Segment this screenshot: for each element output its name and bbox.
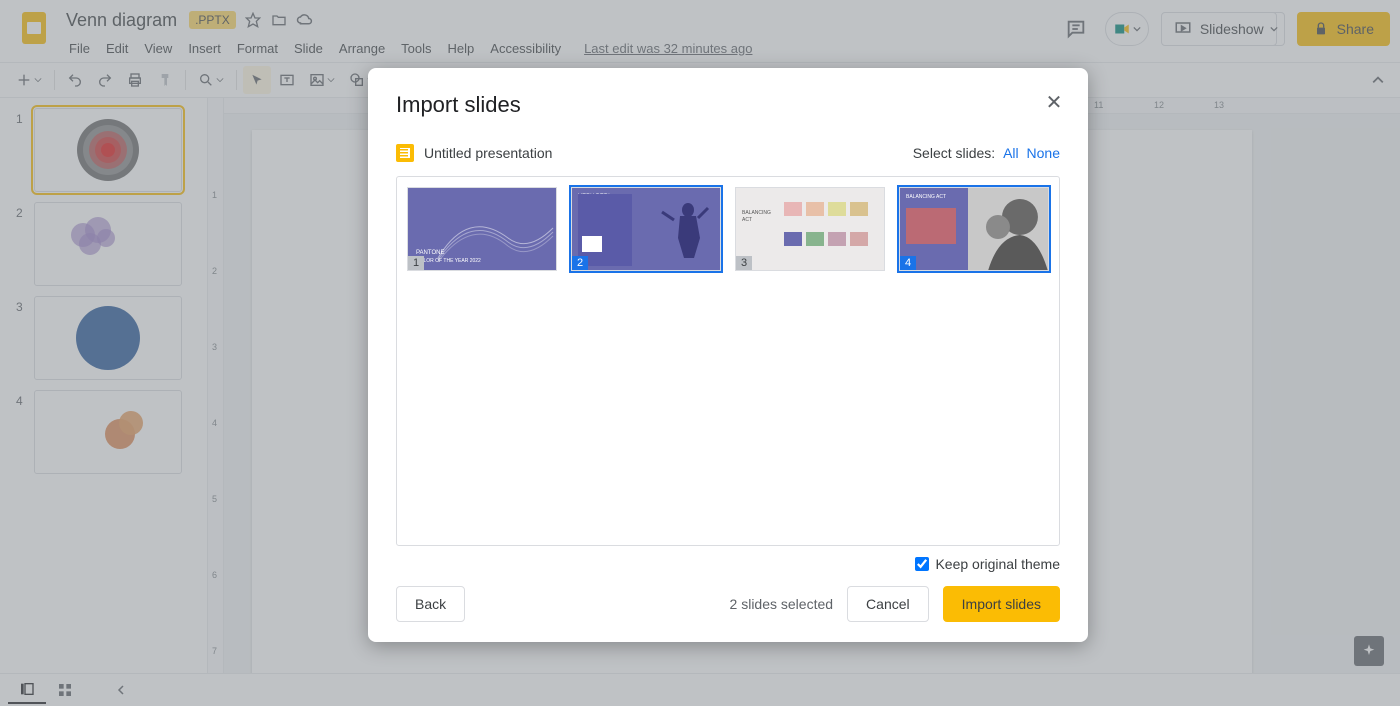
import-slide-4[interactable]: BALANCING ACT 4 xyxy=(899,187,1049,271)
slides-file-icon xyxy=(396,144,414,162)
keep-theme-checkbox[interactable] xyxy=(915,557,929,571)
import-slide-2[interactable]: VERY PERI 2 xyxy=(571,187,721,271)
slide-number: 4 xyxy=(900,256,916,270)
slide-number: 2 xyxy=(572,256,588,270)
select-all-link[interactable]: All xyxy=(1003,145,1019,161)
cancel-button[interactable]: Cancel xyxy=(847,586,929,622)
slide-number: 1 xyxy=(408,256,424,270)
source-presentation-name: Untitled presentation xyxy=(424,145,552,161)
import-slides-modal: Import slides ✕ Untitled presentation Se… xyxy=(368,68,1088,642)
select-none-link[interactable]: None xyxy=(1027,145,1060,161)
selection-status: 2 slides selected xyxy=(730,596,834,612)
import-button[interactable]: Import slides xyxy=(943,586,1060,622)
slide-number: 3 xyxy=(736,256,752,270)
import-slide-3[interactable]: BALANCING ACT 3 xyxy=(735,187,885,271)
back-button[interactable]: Back xyxy=(396,586,465,622)
select-slides-label: Select slides: xyxy=(913,145,995,161)
modal-title: Import slides xyxy=(396,92,1060,118)
import-slide-1[interactable]: PANTONE COLOR OF THE YEAR 2022 1 xyxy=(407,187,557,271)
keep-theme-label: Keep original theme xyxy=(935,556,1060,572)
slide-picker: PANTONE COLOR OF THE YEAR 2022 1 VERY PE… xyxy=(396,176,1060,546)
close-icon[interactable]: ✕ xyxy=(1042,90,1066,114)
